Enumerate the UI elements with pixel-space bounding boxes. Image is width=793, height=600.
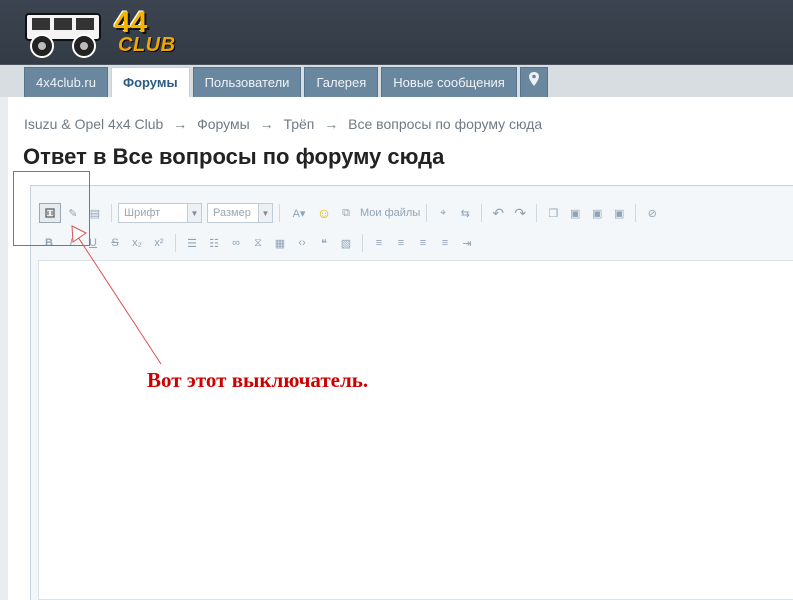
annotation-arrow [71, 225, 162, 365]
annotation-label: Вот этот выключатель. [147, 368, 369, 392]
